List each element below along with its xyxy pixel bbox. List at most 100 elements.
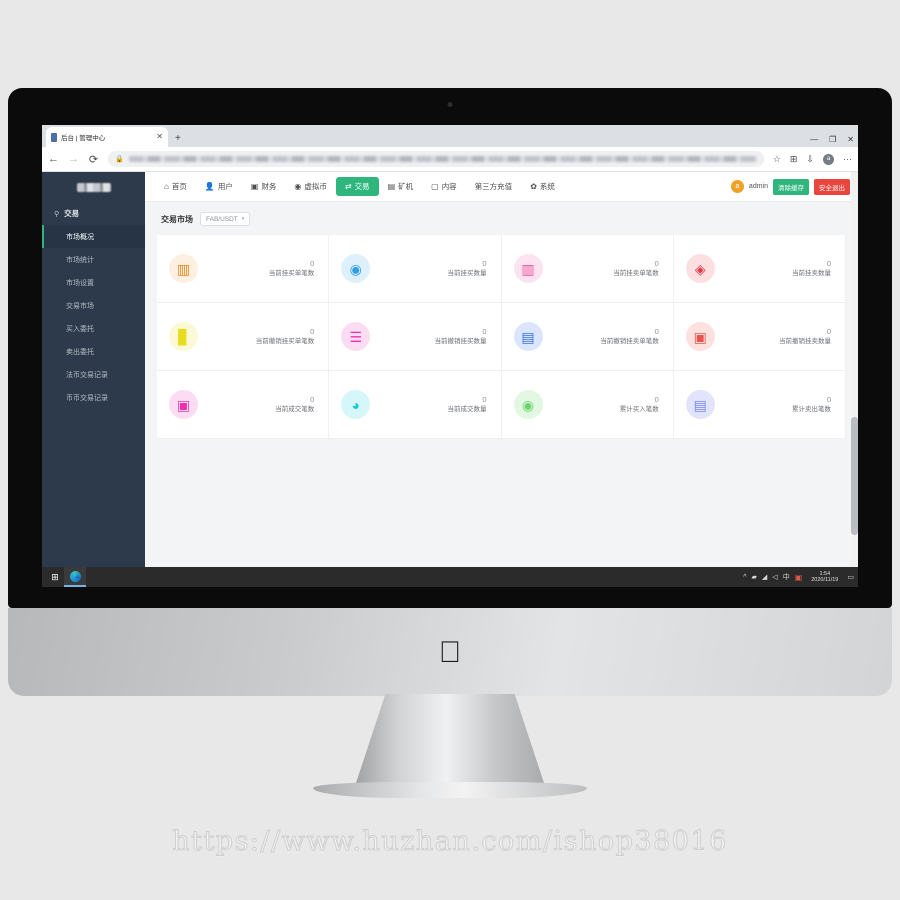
stat-card-icon: ☰ [341, 322, 371, 351]
app-main: ⌂ 首页 👤 用户 ▣ 财务 ◉ 虚拟币 ⇄ 交易 ▤ 矿机 ▢ 内容 第三方充值 ✿ 系统 a admin 清… [145, 172, 858, 567]
sidebar-menu: 市场概况 市场统计 市场设置 交易市场 买入委托 卖出委托 法币交易记录 币币交易记录 [42, 225, 145, 409]
nav-label-3: 虚拟币 [304, 182, 327, 191]
sidebar-item-3[interactable]: 交易市场 [42, 294, 145, 317]
stat-card-icon: ◉ [513, 390, 543, 419]
downloads-icon[interactable]: ⇩ [806, 154, 814, 165]
collections-icon[interactable]: ⊞ [790, 154, 798, 165]
stat-card-icon: ▣ [685, 322, 715, 351]
stat-card-label: 当前挂卖单笔数 [613, 270, 659, 278]
stat-card-value: 0 [654, 395, 659, 404]
stat-card-icon: ◕ [341, 390, 371, 419]
monitor-screen: 后台 | 管理中心 ✕ + — ❐ ✕ ← → ⟳ 🔒 ☆ ⊞ ⇩ a ··· … [42, 125, 858, 587]
stat-card-text: 0 当前挂卖数量 [725, 258, 831, 279]
sidebar-section-title: 交易 [64, 209, 80, 218]
nav-item-6[interactable]: ▢ 内容 [422, 177, 466, 196]
stat-card-text: 0 累计买入笔数 [553, 394, 659, 415]
stat-card[interactable]: ◕ 0 当前成交数量 [329, 371, 502, 439]
nav-item-5[interactable]: ▤ 矿机 [379, 177, 423, 196]
more-options-icon[interactable]: ··· [843, 154, 852, 164]
sidebar-item-5[interactable]: 卖出委托 [42, 340, 145, 363]
market-pair-select[interactable]: FAB/USDT ▾ [200, 212, 251, 226]
stat-card[interactable]: ▤ 0 当前撤销挂卖单笔数 [501, 303, 674, 371]
stat-card[interactable]: ▊ 0 当前撤销挂买单笔数 [157, 303, 330, 371]
chevron-down-icon: ▾ [241, 216, 245, 222]
tab-title: 后台 | 管理中心 [61, 135, 106, 142]
stat-card[interactable]: ▤ 0 累计卖出笔数 [673, 371, 846, 439]
taskbar-clock[interactable]: 1:54 2020/11/19 [811, 571, 838, 584]
stat-card-value: 0 [654, 259, 659, 268]
start-button-icon[interactable]: ⊞ [46, 572, 64, 583]
stat-card[interactable]: ▥ 0 当前挂卖单笔数 [501, 235, 674, 303]
stat-card-icon: ▥ [169, 254, 198, 283]
page-scrollbar[interactable] [851, 172, 858, 567]
browser-tabstrip: 后台 | 管理中心 ✕ + — ❐ ✕ [42, 125, 858, 147]
stat-card[interactable]: ◉ 0 当前挂买数量 [329, 235, 502, 303]
forward-icon[interactable]: → [68, 153, 79, 165]
sidebar-item-1[interactable]: 市场统计 [42, 248, 145, 271]
windows-taskbar: ⊞ ^ ▰ ◢ ◁ 中 ▣ 1:54 2020/11/19 ▭ [42, 567, 858, 587]
address-bar[interactable]: 🔒 [108, 151, 764, 167]
sidebar-item-2[interactable]: 市场设置 [42, 271, 145, 294]
nav-icon-6: ▢ [431, 181, 439, 191]
stat-card-text: 0 当前成交笔数 [208, 394, 314, 415]
reload-icon[interactable]: ⟳ [88, 153, 99, 166]
tray-wifi-icon[interactable]: ◢ [762, 573, 767, 581]
stat-card-text: 0 累计卖出笔数 [725, 394, 831, 415]
clock-date: 2020/11/19 [811, 577, 839, 583]
stat-card[interactable]: ☰ 0 当前撤销挂买数量 [329, 303, 502, 371]
logout-button[interactable]: 安全退出 [814, 178, 850, 195]
nav-icon-4: ⇄ [344, 181, 352, 191]
nav-item-2[interactable]: ▣ 财务 [242, 177, 286, 196]
sidebar-item-4[interactable]: 买入委托 [42, 317, 145, 340]
stat-card-icon: ▤ [685, 390, 715, 419]
new-tab-button[interactable]: + [175, 133, 181, 144]
minimize-button[interactable]: — [810, 135, 818, 144]
nav-label-2: 财务 [261, 182, 277, 191]
sidebar-item-6[interactable]: 法币交易记录 [42, 363, 145, 386]
tray-folder-icon[interactable]: ▰ [752, 573, 757, 581]
page-content: 交易市场 FAB/USDT ▾ ▥ 0 当前挂买单笔数 ◉ 0 当前挂买数量 ▥ 0 当前挂卖单… [145, 202, 858, 567]
taskbar-edge-button[interactable] [64, 567, 86, 587]
nav-item-8[interactable]: ✿ 系统 [521, 177, 564, 196]
tray-ime-label[interactable]: 中 [783, 572, 790, 582]
stat-card-value: 0 [310, 395, 315, 404]
scrollbar-thumb[interactable] [851, 416, 858, 536]
clear-cache-button[interactable]: 清除缓存 [773, 178, 809, 195]
notification-icon[interactable]: ▭ [847, 573, 854, 581]
nav-icon-0: ⌂ [164, 181, 169, 191]
stat-card-icon: ▣ [169, 390, 198, 419]
tray-app-icon[interactable]: ▣ [795, 573, 803, 582]
stat-card[interactable]: ◈ 0 当前挂卖数量 [673, 235, 846, 303]
stat-card-label: 当前撤销挂买单笔数 [255, 338, 315, 346]
nav-item-3[interactable]: ◉ 虚拟币 [285, 177, 335, 196]
tab-close-icon[interactable]: ✕ [156, 133, 163, 141]
stat-card[interactable]: ▥ 0 当前挂买单笔数 [157, 235, 330, 303]
stat-card-icon: ◉ [341, 254, 371, 283]
sidebar-item-7[interactable]: 币币交易记录 [42, 386, 145, 409]
tray-chevron-icon[interactable]: ^ [743, 574, 746, 581]
nav-label-5: 矿机 [398, 182, 414, 191]
close-window-button[interactable]: ✕ [847, 135, 854, 144]
sidebar-item-0[interactable]: 市场概况 [42, 225, 145, 248]
url-text-blurred [128, 156, 757, 162]
browser-tab[interactable]: 后台 | 管理中心 ✕ [46, 127, 168, 147]
stat-card[interactable]: ◉ 0 累计买入笔数 [501, 371, 674, 439]
stat-card-value: 0 [482, 327, 487, 336]
top-nav-items: ⌂ 首页 👤 用户 ▣ 财务 ◉ 虚拟币 ⇄ 交易 ▤ 矿机 ▢ 内容 第三方充值 ✿ 系统 [155, 177, 564, 196]
maximize-button[interactable]: ❐ [829, 135, 836, 144]
app-sidebar: ⚲ 交易 市场概况 市场统计 市场设置 交易市场 买入委托 卖出委托 法币交易记录 币币交易记… [42, 172, 145, 567]
stat-card-value: 0 [310, 259, 315, 268]
back-icon[interactable]: ← [48, 153, 59, 165]
nav-item-0[interactable]: ⌂ 首页 [155, 177, 196, 196]
profile-avatar[interactable]: a [823, 153, 834, 165]
tray-volume-icon[interactable]: ◁ [772, 573, 777, 581]
stat-card[interactable]: ▣ 0 当前撤销挂卖数量 [673, 303, 846, 371]
edge-icon [69, 570, 81, 582]
user-avatar[interactable]: a [730, 180, 744, 193]
nav-item-1[interactable]: 👤 用户 [196, 177, 242, 196]
nav-item-7[interactable]: 第三方充值 [466, 177, 522, 196]
nav-item-4[interactable]: ⇄ 交易 [335, 177, 379, 196]
screenshot-stage: 后台 | 管理中心 ✕ + — ❐ ✕ ← → ⟳ 🔒 ☆ ⊞ ⇩ a ··· … [0, 0, 900, 900]
favorite-star-icon[interactable]: ☆ [773, 154, 781, 165]
stat-card[interactable]: ▣ 0 当前成交笔数 [157, 371, 330, 439]
